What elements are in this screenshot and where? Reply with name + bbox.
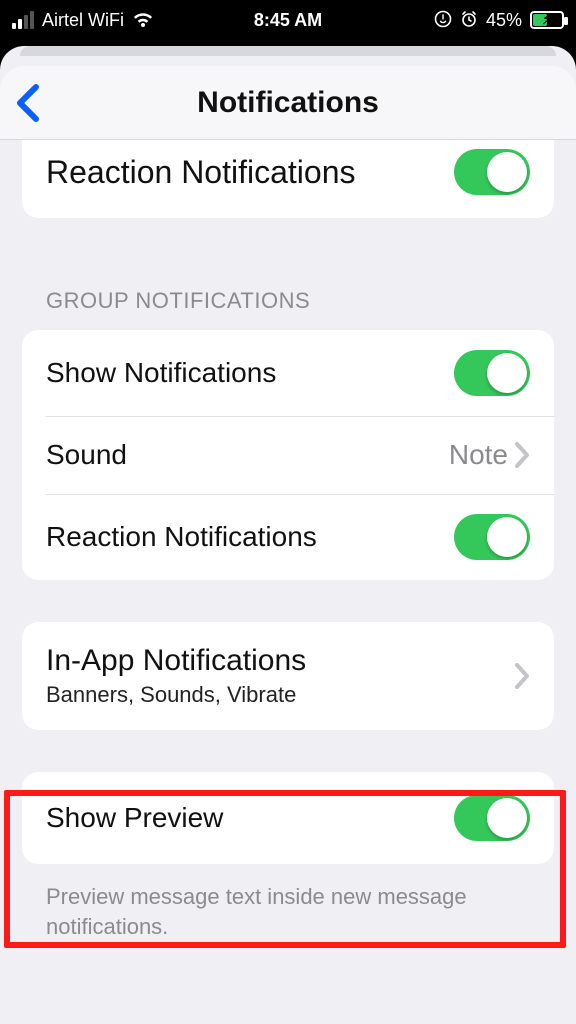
battery-icon: ⚡︎ (530, 11, 564, 29)
battery-percent: 45% (486, 10, 522, 31)
in-app-notifications-sublabel: Banners, Sounds, Vibrate (46, 682, 514, 708)
show-preview-label: Show Preview (46, 802, 454, 834)
chevron-right-icon (514, 662, 530, 690)
in-app-notifications-row[interactable]: In-App Notifications Banners, Sounds, Vi… (22, 622, 554, 730)
reaction-notifications-row-top[interactable]: Reaction Notifications (22, 140, 554, 218)
alarm-icon (460, 10, 478, 31)
chevron-right-icon (514, 441, 530, 469)
group-notifications-header: GROUP NOTIFICATIONS (0, 262, 576, 322)
show-notifications-toggle[interactable] (454, 350, 530, 396)
wifi-icon (132, 10, 154, 31)
reaction-notifications-row[interactable]: Reaction Notifications (22, 494, 554, 580)
reaction-notifications-toggle[interactable] (454, 514, 530, 560)
sound-row[interactable]: Sound Note (22, 416, 554, 494)
show-preview-footer: Preview message text inside new message … (0, 872, 576, 941)
back-button[interactable] (14, 83, 44, 123)
carrier-label: Airtel WiFi (42, 10, 124, 31)
sound-label: Sound (46, 439, 449, 471)
rotation-lock-icon (434, 10, 452, 31)
reaction-notifications-toggle-top[interactable] (454, 149, 530, 195)
page-title: Notifications (197, 86, 379, 120)
group-notifications-group: Show Notifications Sound Note Reaction N… (22, 330, 554, 580)
nav-header: Notifications (0, 66, 576, 140)
sheet-grab-indicator (20, 46, 556, 56)
show-preview-group: Show Preview (22, 772, 554, 864)
reaction-notifications-label-top: Reaction Notifications (46, 154, 454, 191)
status-bar: Airtel WiFi 8:45 AM 45% ⚡︎ (0, 0, 576, 40)
sound-value: Note (449, 439, 508, 471)
show-notifications-row[interactable]: Show Notifications (22, 330, 554, 416)
reaction-notifications-label: Reaction Notifications (46, 521, 454, 553)
in-app-notifications-label: In-App Notifications (46, 644, 514, 678)
charging-icon: ⚡︎ (542, 11, 552, 28)
cellular-signal-icon (12, 11, 34, 29)
show-preview-toggle[interactable] (454, 795, 530, 841)
in-app-group: In-App Notifications Banners, Sounds, Vi… (22, 622, 554, 730)
show-notifications-label: Show Notifications (46, 357, 454, 389)
show-preview-row[interactable]: Show Preview (22, 772, 554, 864)
previous-group: Reaction Notifications (22, 140, 554, 218)
